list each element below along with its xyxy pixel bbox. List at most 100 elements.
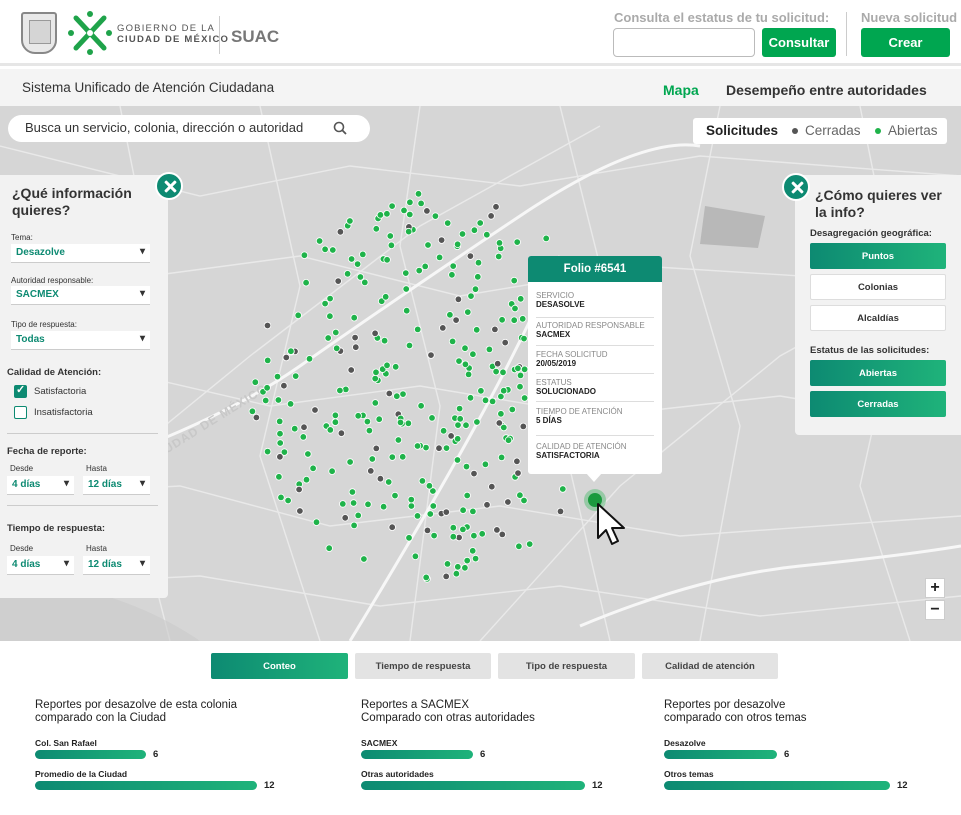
map-point[interactable] xyxy=(493,526,501,534)
map-point[interactable] xyxy=(296,507,304,515)
request-points[interactable] xyxy=(248,190,567,583)
map-point[interactable] xyxy=(403,306,411,315)
map-point[interactable] xyxy=(454,421,462,429)
map-point[interactable] xyxy=(286,400,295,408)
map-point[interactable] xyxy=(351,333,359,342)
map-point[interactable] xyxy=(471,285,480,293)
map-point[interactable] xyxy=(471,554,480,563)
map-point[interactable] xyxy=(274,396,283,404)
map-point[interactable] xyxy=(500,387,508,395)
map-point[interactable] xyxy=(346,458,354,466)
map-point[interactable] xyxy=(439,324,447,332)
map-point[interactable] xyxy=(385,478,393,486)
zoom-out-button[interactable]: − xyxy=(925,600,945,620)
map-point[interactable] xyxy=(495,252,503,261)
map-point[interactable] xyxy=(499,368,507,376)
map-point[interactable] xyxy=(383,210,391,218)
map-point[interactable] xyxy=(478,530,486,538)
map-point[interactable] xyxy=(332,328,340,337)
map-point[interactable] xyxy=(515,542,523,550)
map-point[interactable] xyxy=(294,311,302,319)
map-point[interactable] xyxy=(520,496,528,505)
map-point[interactable] xyxy=(300,251,309,259)
map-point[interactable] xyxy=(406,210,414,219)
map-point[interactable] xyxy=(364,500,372,508)
map-point[interactable] xyxy=(425,482,434,490)
map-point[interactable] xyxy=(300,423,308,431)
map-point[interactable] xyxy=(280,382,288,390)
map-point[interactable] xyxy=(406,198,414,206)
fecha-hasta-select[interactable]: 12 días xyxy=(83,476,150,495)
map-point[interactable] xyxy=(399,453,407,461)
map-point[interactable] xyxy=(501,338,509,347)
map-point[interactable] xyxy=(469,507,477,516)
map-point[interactable] xyxy=(342,385,350,394)
map-point[interactable] xyxy=(520,394,529,402)
map-point[interactable] xyxy=(387,241,396,249)
map-point[interactable] xyxy=(500,423,508,432)
map-point[interactable] xyxy=(449,262,457,270)
map-point[interactable] xyxy=(448,337,457,346)
map-point[interactable] xyxy=(304,450,312,458)
map-point[interactable] xyxy=(474,273,482,281)
map-point[interactable] xyxy=(417,402,425,410)
map-point[interactable] xyxy=(453,240,462,248)
map-point[interactable] xyxy=(276,430,284,438)
consult-button[interactable]: Consultar xyxy=(762,28,836,57)
map-point[interactable] xyxy=(295,485,303,494)
map-point[interactable] xyxy=(399,390,407,398)
map-point[interactable] xyxy=(417,199,425,208)
map-point[interactable] xyxy=(350,313,358,322)
map-point[interactable] xyxy=(476,219,484,227)
map-point[interactable] xyxy=(305,355,314,363)
map-point[interactable] xyxy=(405,227,413,236)
map-point[interactable] xyxy=(299,433,307,441)
map-point[interactable] xyxy=(385,389,393,398)
map-point[interactable] xyxy=(452,316,460,324)
status-lookup-input[interactable] xyxy=(613,28,755,57)
map-point[interactable] xyxy=(495,239,504,247)
map-point[interactable] xyxy=(336,228,345,236)
map-point[interactable] xyxy=(368,455,376,463)
map-point[interactable] xyxy=(331,411,340,419)
map-point[interactable] xyxy=(341,514,349,522)
map-point[interactable] xyxy=(393,392,401,400)
map-point[interactable] xyxy=(275,473,283,481)
map-point[interactable] xyxy=(510,276,518,285)
map-point[interactable] xyxy=(284,496,292,505)
map-point[interactable] xyxy=(498,316,506,324)
map-point[interactable] xyxy=(325,544,333,552)
map-point[interactable] xyxy=(353,260,362,268)
map-point[interactable] xyxy=(461,564,469,572)
tiempo-desde-select[interactable]: 4 días xyxy=(7,556,74,575)
tab-tiempo-respuesta[interactable]: Tiempo de respuesta xyxy=(355,653,491,679)
map-point[interactable] xyxy=(513,457,521,465)
map-point[interactable] xyxy=(388,202,396,210)
map-point[interactable] xyxy=(510,316,518,324)
map-point[interactable] xyxy=(428,414,436,422)
map-point[interactable] xyxy=(363,417,372,426)
create-button[interactable]: Crear xyxy=(861,28,950,57)
map-point[interactable] xyxy=(511,304,519,313)
map-point[interactable] xyxy=(248,407,257,415)
map-point[interactable] xyxy=(414,325,422,334)
map-point[interactable] xyxy=(388,453,396,461)
map-point[interactable] xyxy=(508,405,516,414)
map-point[interactable] xyxy=(407,502,416,510)
map-point[interactable] xyxy=(312,518,321,526)
map-point[interactable] xyxy=(276,417,284,426)
map-point[interactable] xyxy=(519,422,527,431)
map-point[interactable] xyxy=(326,312,334,320)
map-point[interactable] xyxy=(328,467,336,475)
map-point[interactable] xyxy=(437,236,446,244)
map-point[interactable] xyxy=(329,246,337,254)
map-point[interactable] xyxy=(514,364,522,372)
map-point[interactable] xyxy=(383,256,391,264)
tab-tipo-respuesta[interactable]: Tipo de respuesta xyxy=(498,653,635,679)
map-point[interactable] xyxy=(291,425,299,433)
tab-conteo[interactable]: Conteo xyxy=(211,653,348,679)
satisfactoria-checkbox[interactable] xyxy=(14,383,27,398)
map-point[interactable] xyxy=(376,475,385,483)
map-point[interactable] xyxy=(462,462,471,471)
map-point[interactable] xyxy=(350,521,358,530)
